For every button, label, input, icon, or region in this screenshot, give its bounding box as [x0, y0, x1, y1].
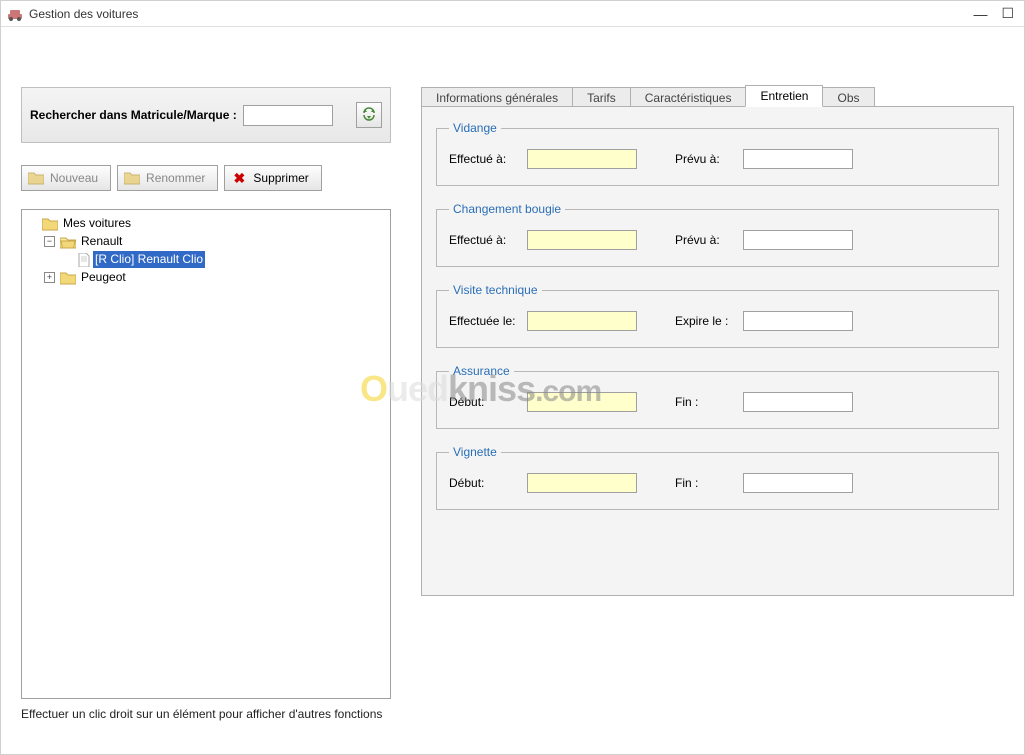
field-label: Effectuée le:	[449, 314, 519, 328]
tree-label: [R Clio] Renault Clio	[93, 251, 205, 268]
window-controls: — ☐	[973, 5, 1018, 22]
collapse-icon[interactable]: −	[44, 236, 55, 247]
recycle-icon	[361, 106, 377, 125]
field-label: Début:	[449, 476, 519, 490]
field-label: Prévu à:	[675, 233, 735, 247]
tree-root[interactable]: Mes voitures	[26, 215, 133, 232]
group-bougie: Changement bougie Effectué à: Prévu à:	[436, 202, 999, 267]
field-label: Effectué à:	[449, 152, 519, 166]
tab-caracteristiques[interactable]: Caractéristiques	[630, 87, 747, 107]
group-vignette: Vignette Début: Fin :	[436, 445, 999, 510]
delete-button[interactable]: ✖ Supprimer	[224, 165, 321, 191]
new-label: Nouveau	[50, 171, 98, 185]
folder-icon	[124, 171, 140, 185]
delete-label: Supprimer	[253, 171, 308, 185]
titlebar-left: Gestion des voitures	[7, 6, 138, 22]
window-title: Gestion des voitures	[29, 7, 138, 21]
rename-label: Renommer	[146, 171, 205, 185]
maximize-button[interactable]: ☐	[1001, 5, 1014, 22]
tab-tarifs[interactable]: Tarifs	[572, 87, 631, 107]
field-label: Fin :	[675, 395, 735, 409]
search-box: Rechercher dans Matricule/Marque :	[21, 87, 391, 143]
folder-icon	[60, 271, 76, 285]
tree-node-peugeot[interactable]: + Peugeot	[44, 269, 128, 286]
tab-info[interactable]: Informations générales	[421, 87, 573, 107]
legend: Assurance	[449, 364, 514, 378]
delete-x-icon: ✖	[231, 170, 247, 186]
search-label: Rechercher dans Matricule/Marque :	[30, 108, 237, 122]
assurance-fin-input[interactable]	[743, 392, 853, 412]
car-tree[interactable]: Mes voitures − Renault	[21, 209, 391, 699]
folder-icon	[42, 217, 58, 231]
bougie-effectue-input[interactable]	[527, 230, 637, 250]
tree-label: Renault	[79, 233, 124, 250]
field-label: Prévu à:	[675, 152, 735, 166]
right-panel: Informations générales Tarifs Caractéris…	[421, 85, 1014, 744]
legend: Vidange	[449, 121, 501, 135]
group-visite: Visite technique Effectuée le: Expire le…	[436, 283, 999, 348]
field-label: Expire le :	[675, 314, 735, 328]
legend: Visite technique	[449, 283, 542, 297]
minimize-button[interactable]: —	[973, 6, 987, 22]
toolbar: Nouveau Renommer ✖ Supprimer	[21, 165, 391, 191]
tab-entretien-body: Vidange Effectué à: Prévu à: Changement …	[421, 106, 1014, 596]
tree-label: Peugeot	[79, 269, 128, 286]
file-icon	[78, 253, 90, 267]
new-button[interactable]: Nouveau	[21, 165, 111, 191]
legend: Changement bougie	[449, 202, 565, 216]
tabs: Informations générales Tarifs Caractéris…	[421, 85, 1014, 107]
vignette-fin-input[interactable]	[743, 473, 853, 493]
legend: Vignette	[449, 445, 501, 459]
visite-effectuee-input[interactable]	[527, 311, 637, 331]
tab-entretien[interactable]: Entretien	[745, 85, 823, 107]
left-panel: Rechercher dans Matricule/Marque : Nouve…	[21, 87, 391, 744]
folder-icon	[28, 171, 44, 185]
search-input[interactable]	[243, 105, 333, 126]
vidange-effectue-input[interactable]	[527, 149, 637, 169]
folder-open-icon	[60, 235, 76, 249]
client-area: Rechercher dans Matricule/Marque : Nouve…	[1, 27, 1024, 754]
group-assurance: Assurance Début: Fin :	[436, 364, 999, 429]
field-label: Fin :	[675, 476, 735, 490]
tree-leaf-clio[interactable]: [R Clio] Renault Clio	[62, 251, 205, 268]
tab-obs[interactable]: Obs	[822, 87, 874, 107]
group-vidange: Vidange Effectué à: Prévu à:	[436, 121, 999, 186]
app-window: Gestion des voitures — ☐ Rechercher dans…	[0, 0, 1025, 755]
footer-hint: Effectuer un clic droit sur un élément p…	[21, 707, 391, 721]
vignette-debut-input[interactable]	[527, 473, 637, 493]
visite-expire-input[interactable]	[743, 311, 853, 331]
field-label: Début:	[449, 395, 519, 409]
expand-icon[interactable]: +	[44, 272, 55, 283]
tree-label: Mes voitures	[61, 215, 133, 232]
tree-node-renault[interactable]: − Renault	[44, 233, 124, 250]
app-icon	[7, 6, 23, 22]
rename-button[interactable]: Renommer	[117, 165, 218, 191]
assurance-debut-input[interactable]	[527, 392, 637, 412]
vidange-prevu-input[interactable]	[743, 149, 853, 169]
field-label: Effectué à:	[449, 233, 519, 247]
bougie-prevu-input[interactable]	[743, 230, 853, 250]
refresh-button[interactable]	[356, 102, 382, 128]
titlebar: Gestion des voitures — ☐	[1, 1, 1024, 27]
